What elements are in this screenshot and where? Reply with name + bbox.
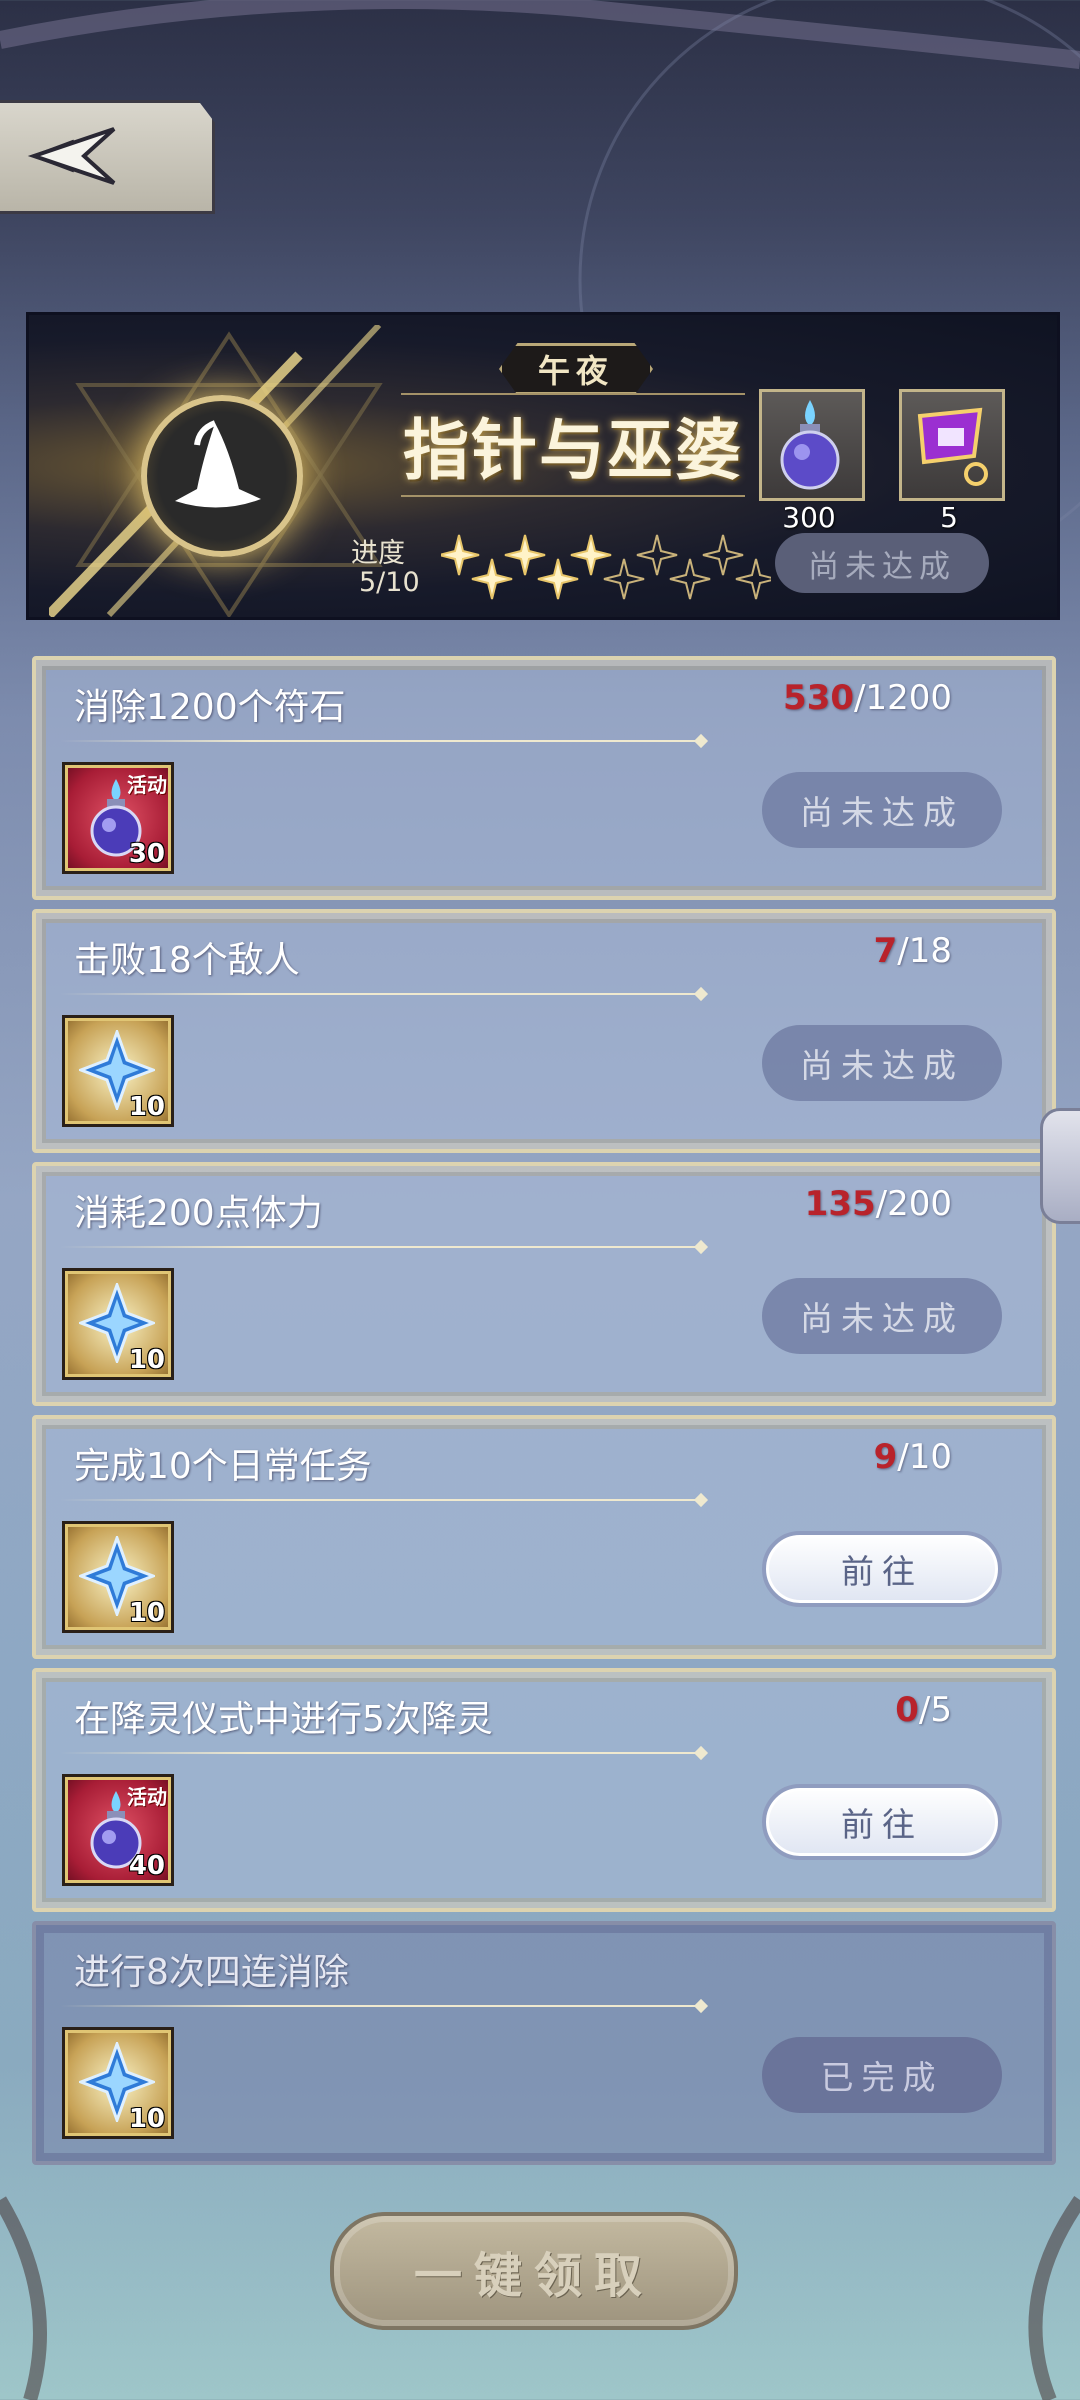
task-card: 在降灵仪式中进行5次降灵 0/5 活动 40 前往 [32,1668,1056,1912]
star-empty-icon [603,558,645,600]
task-progress-current: 0 [895,1690,919,1730]
task-progress: 9/10 [874,1437,952,1477]
banner-reward-count: 300 [782,501,836,534]
task-card: 完成10个日常任务 9/10 10 前往 [32,1415,1056,1659]
task-progress: 135/200 [805,1184,952,1224]
back-arrow-icon [27,127,116,185]
task-card: 击败18个敌人 7/18 10 尚未达成 [32,909,1056,1153]
event-tag: 活动 [127,1785,167,1809]
blue-potion-icon [780,400,840,490]
event-tag: 活动 [127,773,167,797]
task-progress-total: /18 [897,931,952,971]
reward-item[interactable]: 10 [62,1268,174,1380]
claim-all-button[interactable]: 一键领取 [330,2212,738,2330]
progress-stars [441,534,771,600]
task-progress-total: /200 [875,1184,952,1224]
task-progress-current: 7 [873,931,898,971]
task-progress-current: 9 [873,1437,898,1477]
title-divider [60,740,700,742]
reward-item[interactable]: 活动 30 [62,762,174,874]
banner-reward-potion [759,389,865,501]
reward-quantity: 30 [128,839,165,869]
task-progress: 7/18 [874,931,952,971]
reward-quantity: 10 [128,1598,165,1628]
reward-item[interactable]: 10 [62,2027,174,2139]
star-empty-icon [636,534,678,576]
star-filled-icon [471,558,513,600]
title-divider [60,1752,700,1754]
task-progress-current: 530 [783,678,855,718]
star-filled-icon [504,534,546,576]
reward-item[interactable]: 活动 40 [62,1774,174,1886]
task-title: 在降灵仪式中进行5次降灵 [74,1699,493,1740]
reward-quantity: 10 [128,2104,165,2134]
banner-subtitle: 午夜 [499,343,653,395]
star-empty-icon [735,558,771,600]
task-action-button[interactable]: 前往 [762,1784,1002,1860]
banner-reward-gem [899,389,1005,501]
witch-hat-icon [175,420,261,508]
task-title: 消耗200点体力 [74,1193,323,1234]
star-empty-icon [702,534,744,576]
task-card: 进行8次四连消除 10 已完成 [32,1921,1056,2165]
task-title: 消除1200个符石 [74,687,346,728]
title-divider [60,2005,700,2007]
star-empty-icon [669,558,711,600]
title-divider [60,993,700,995]
witch-emblem [141,395,303,557]
task-progress: 0/5 [895,1690,952,1730]
banner-reward-count: 5 [940,501,958,534]
reward-item[interactable]: 10 [62,1521,174,1633]
reward-quantity: 10 [128,1092,165,1122]
task-action-button[interactable]: 尚未达成 [762,1278,1002,1354]
progress-label: 进度 [351,538,405,569]
title-divider [60,1246,700,1248]
star-filled-icon [537,558,579,600]
star-filled-icon [441,534,480,576]
banner-status-button[interactable]: 尚未达成 [775,533,989,593]
star-filled-icon [570,534,612,576]
task-title: 进行8次四连消除 [74,1952,349,1993]
back-button[interactable] [0,100,215,214]
reward-quantity: 10 [128,1345,165,1375]
purple-gem-icon [917,407,988,486]
reward-item[interactable]: 10 [62,1015,174,1127]
task-title: 击败18个敌人 [74,940,300,981]
reward-quantity: 40 [128,1851,165,1881]
task-progress-total: /10 [897,1437,952,1477]
task-action-button[interactable]: 前往 [762,1531,1002,1607]
task-action-button[interactable]: 尚未达成 [762,772,1002,848]
task-progress-current: 135 [804,1184,876,1224]
task-progress-total: /5 [918,1690,952,1730]
task-progress-total: /1200 [854,678,952,718]
progress-value: 5/10 [359,567,420,598]
title-divider [60,1499,700,1501]
task-card: 消耗200点体力 135/200 10 尚未达成 [32,1162,1056,1406]
side-tab[interactable] [1040,1108,1080,1224]
task-action-button[interactable]: 已完成 [762,2037,1002,2113]
task-card: 消除1200个符石 530/1200 活动 30 尚未达成 [32,656,1056,900]
task-action-button[interactable]: 尚未达成 [762,1025,1002,1101]
task-title: 完成10个日常任务 [74,1446,372,1487]
banner-title: 指针与巫婆 [401,393,745,497]
event-banner: 午夜 指针与巫婆 进度 5/10 300 5 尚未达成 [26,312,1060,620]
task-progress: 530/1200 [783,678,952,718]
